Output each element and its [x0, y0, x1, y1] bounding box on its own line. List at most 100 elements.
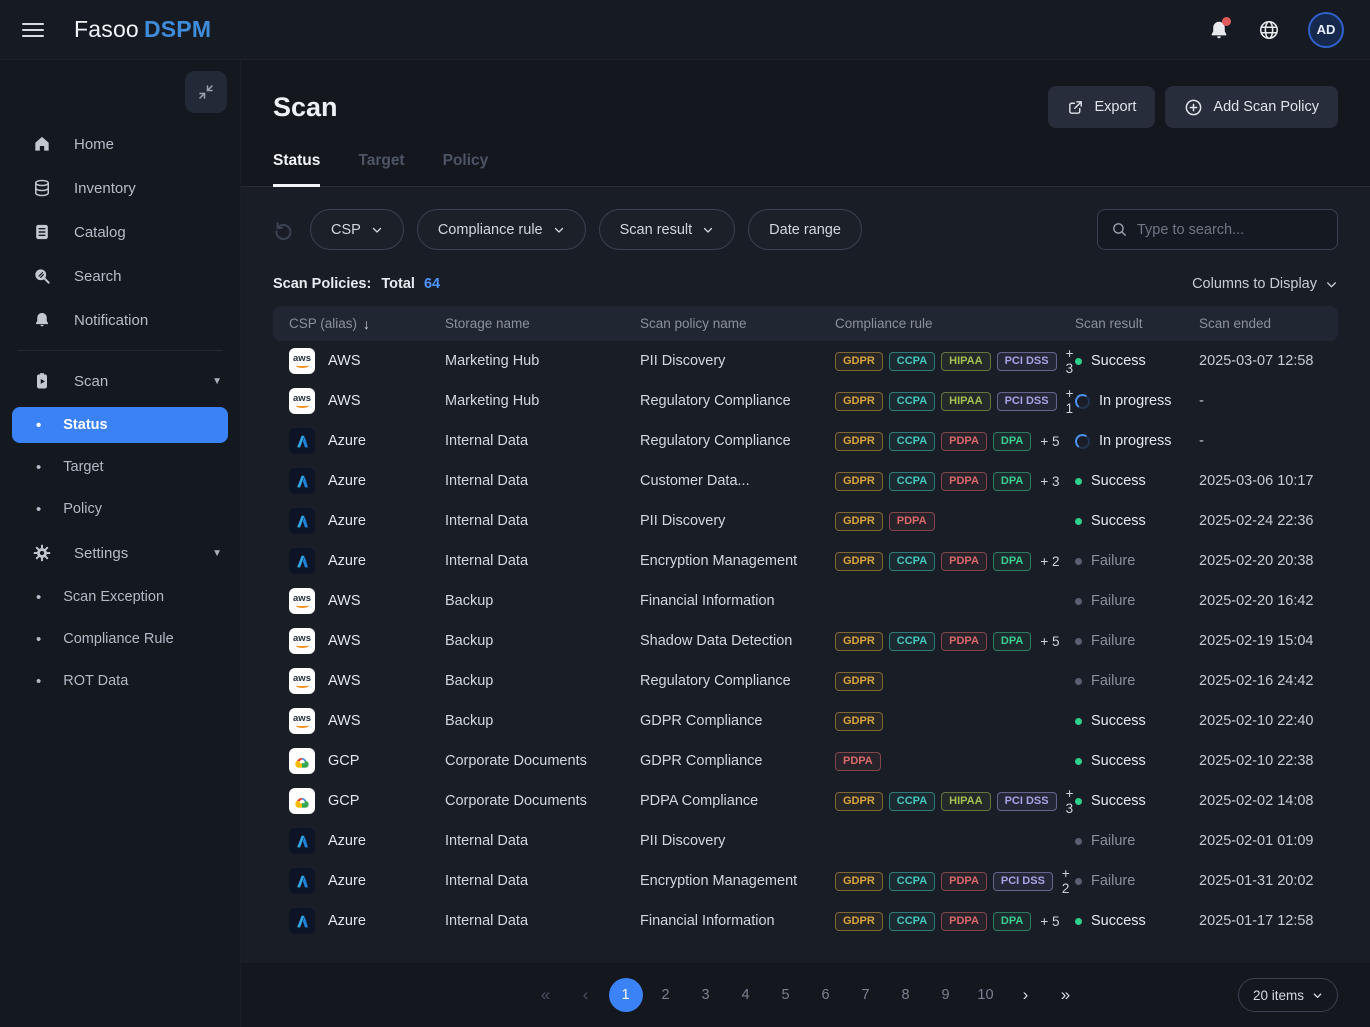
sidebar-collapse-button[interactable] — [185, 71, 227, 113]
sidebar-item-inventory[interactable]: Inventory — [0, 166, 240, 210]
scan-ended-cell: 2025-02-20 16:42 — [1199, 593, 1338, 609]
scan-ended-cell: 2025-03-07 12:58 — [1199, 353, 1338, 369]
sidebar-item-notification[interactable]: Notification — [0, 298, 240, 342]
table-row[interactable]: AzureInternal DataPII DiscoveryGDPRPDPAS… — [273, 501, 1338, 541]
csp-name: AWS — [328, 393, 361, 409]
sidebar-item-policy[interactable]: • Policy — [12, 489, 228, 529]
hamburger-menu-icon[interactable] — [22, 23, 44, 37]
catalog-icon — [32, 222, 52, 242]
scan-result-filter-dropdown[interactable]: Scan result — [599, 209, 736, 250]
table-row[interactable]: awsAWSMarketing HubPII DiscoveryGDPRCCPA… — [273, 341, 1338, 381]
csp-cell: awsAWS — [273, 348, 445, 374]
compliance-badge: GDPR — [835, 392, 883, 411]
storage-name-cell: Internal Data — [445, 473, 640, 489]
search-input[interactable] — [1137, 222, 1324, 238]
sidebar-group-scan[interactable]: Scan ▼ — [0, 359, 240, 403]
compliance-badge: CCPA — [889, 792, 935, 811]
scan-result-cell: Failure — [1075, 593, 1199, 609]
scan-result-label: Success — [1091, 473, 1146, 489]
page-size-dropdown[interactable]: 20 items — [1238, 978, 1338, 1012]
pagination-page-10[interactable]: 10 — [969, 978, 1003, 1012]
table-row[interactable]: awsAWSBackupShadow Data DetectionGDPRCCP… — [273, 621, 1338, 661]
aws-smile — [296, 643, 309, 648]
column-header-csp[interactable]: CSP (alias) ↓ — [273, 316, 445, 332]
csp-cell: Azure — [273, 908, 445, 934]
aws-logo-icon: aws — [289, 588, 315, 614]
table-row[interactable]: GCPCorporate DocumentsPDPA ComplianceGDP… — [273, 781, 1338, 821]
pagination-page-8[interactable]: 8 — [889, 978, 923, 1012]
table-row[interactable]: awsAWSBackupFinancial InformationFailure… — [273, 581, 1338, 621]
tab-status[interactable]: Status — [273, 152, 320, 187]
tab-target[interactable]: Target — [358, 152, 404, 187]
pagination-prev-button[interactable]: ‹ — [569, 978, 603, 1012]
csp-name: GCP — [328, 753, 359, 769]
globe-language-icon[interactable] — [1258, 19, 1280, 41]
pagination-page-3[interactable]: 3 — [689, 978, 723, 1012]
csp-filter-dropdown[interactable]: CSP — [310, 209, 404, 250]
reset-filters-icon[interactable] — [273, 219, 294, 240]
user-avatar[interactable]: AD — [1308, 12, 1344, 48]
chevron-down-icon — [371, 224, 383, 236]
compliance-rule-filter-dropdown[interactable]: Compliance rule — [417, 209, 586, 250]
table-row[interactable]: awsAWSBackupRegulatory ComplianceGDPRFai… — [273, 661, 1338, 701]
compliance-badge: PCI DSS — [997, 792, 1057, 811]
sidebar-item-home[interactable]: Home — [0, 122, 240, 166]
columns-to-display-dropdown[interactable]: Columns to Display — [1192, 276, 1338, 292]
pagination-page-1[interactable]: 1 — [609, 978, 643, 1012]
pagination-page-4[interactable]: 4 — [729, 978, 763, 1012]
sidebar-item-target[interactable]: • Target — [12, 447, 228, 487]
sidebar-item-catalog[interactable]: Catalog — [0, 210, 240, 254]
scan-result-label: Success — [1091, 513, 1146, 529]
scan-policy-name-cell: Regulatory Compliance — [640, 673, 835, 689]
notification-bell-icon[interactable] — [1208, 19, 1230, 41]
scan-result-cell: Failure — [1075, 833, 1199, 849]
pager: «‹12345678910›» — [529, 978, 1083, 1012]
compliance-badge: GDPR — [835, 632, 883, 651]
sidebar-item-search[interactable]: Search — [0, 254, 240, 298]
search-icon — [32, 266, 52, 286]
pagination-last-button[interactable]: » — [1049, 978, 1083, 1012]
export-button[interactable]: Export — [1048, 86, 1155, 128]
sidebar-subitem-label: Target — [63, 459, 103, 475]
add-scan-policy-button[interactable]: Add Scan Policy — [1165, 86, 1338, 128]
storage-name-cell: Corporate Documents — [445, 753, 640, 769]
search-icon — [1111, 221, 1128, 238]
sidebar-item-compliance-rule[interactable]: • Compliance Rule — [12, 619, 228, 659]
table-row[interactable]: AzureInternal DataCustomer Data...GDPRCC… — [273, 461, 1338, 501]
search-box[interactable] — [1097, 209, 1338, 250]
status-dot-icon — [1075, 478, 1082, 485]
pagination-page-2[interactable]: 2 — [649, 978, 683, 1012]
sort-desc-icon: ↓ — [363, 316, 370, 332]
pagination-page-5[interactable]: 5 — [769, 978, 803, 1012]
table-row[interactable]: AzureInternal DataEncryption ManagementG… — [273, 861, 1338, 901]
sidebar-item-scan-exception[interactable]: • Scan Exception — [12, 577, 228, 617]
scan-icon — [32, 371, 52, 391]
storage-name-cell: Backup — [445, 673, 640, 689]
scan-ended-cell: 2025-01-17 12:58 — [1199, 913, 1338, 929]
table-row[interactable]: AzureInternal DataPII DiscoveryFailure20… — [273, 821, 1338, 861]
table-row[interactable]: GCPCorporate DocumentsGDPR CompliancePDP… — [273, 741, 1338, 781]
tab-policy[interactable]: Policy — [443, 152, 489, 187]
aws-logo-icon: aws — [289, 348, 315, 374]
column-header-label: CSP (alias) — [289, 316, 357, 331]
sidebar-item-status[interactable]: • Status — [12, 407, 228, 443]
summary-total-value: 64 — [424, 276, 440, 292]
csp-cell: Azure — [273, 868, 445, 894]
pagination-first-button[interactable]: « — [529, 978, 563, 1012]
date-range-filter[interactable]: Date range — [748, 209, 862, 250]
pagination-page-6[interactable]: 6 — [809, 978, 843, 1012]
table-row[interactable]: AzureInternal DataFinancial InformationG… — [273, 901, 1338, 941]
table-row[interactable]: awsAWSMarketing HubRegulatory Compliance… — [273, 381, 1338, 421]
aws-logo-icon: aws — [289, 668, 315, 694]
pagination-page-9[interactable]: 9 — [929, 978, 963, 1012]
scan-result-cell: Success — [1075, 513, 1199, 529]
sidebar-item-rot-data[interactable]: • ROT Data — [12, 661, 228, 701]
pagination-next-button[interactable]: › — [1009, 978, 1043, 1012]
table-row[interactable]: AzureInternal DataEncryption ManagementG… — [273, 541, 1338, 581]
sidebar-group-settings[interactable]: Settings ▼ — [0, 531, 240, 575]
table-row[interactable]: awsAWSBackupGDPR ComplianceGDPRSuccess20… — [273, 701, 1338, 741]
pagination-page-7[interactable]: 7 — [849, 978, 883, 1012]
table-row[interactable]: AzureInternal DataRegulatory ComplianceG… — [273, 421, 1338, 461]
in-progress-spinner-icon — [1074, 432, 1091, 449]
badge-extra-count: + 3 — [1066, 786, 1075, 816]
